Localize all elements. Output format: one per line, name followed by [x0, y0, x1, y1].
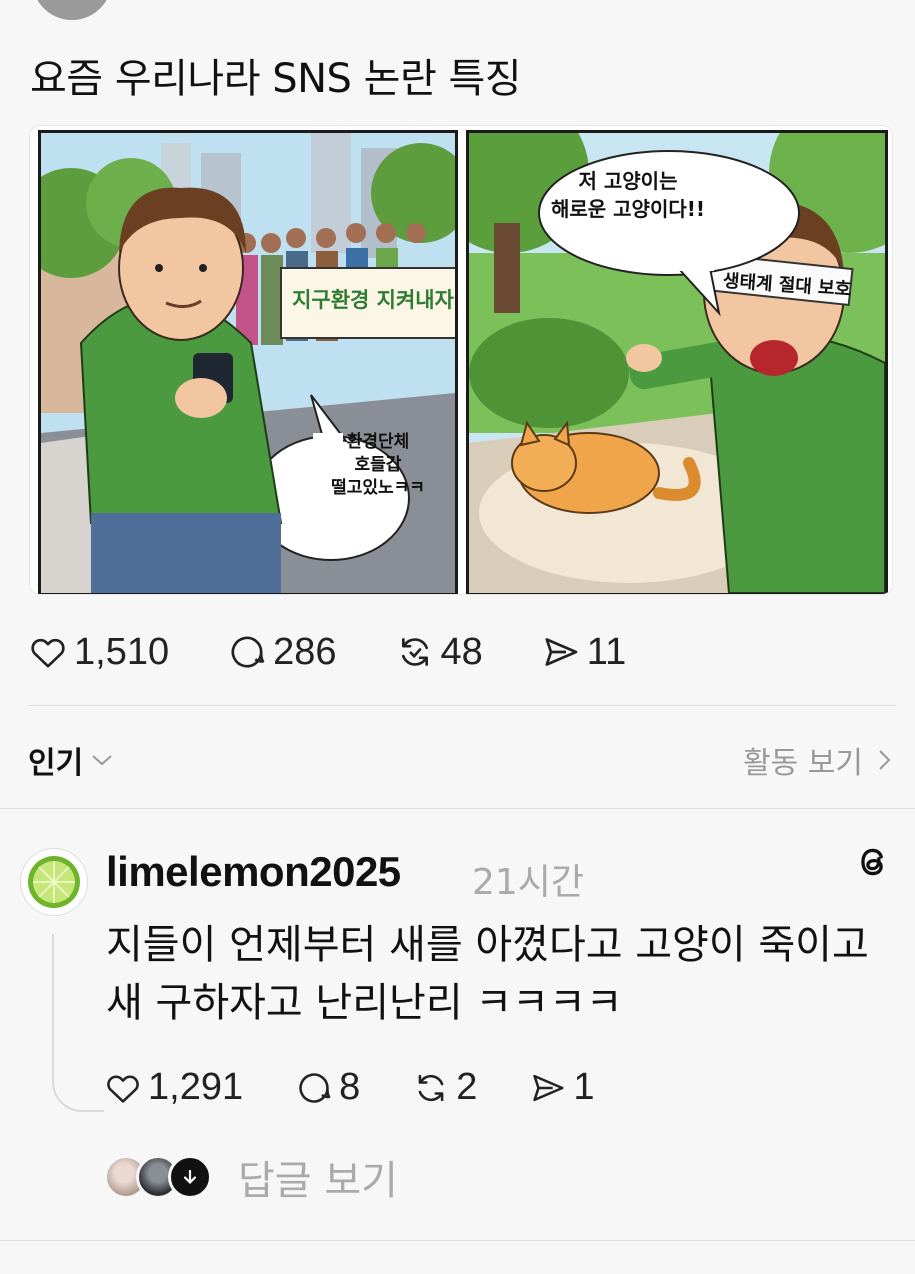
repost-button[interactable]: 48 — [395, 631, 483, 674]
thread-line-curve — [52, 1060, 104, 1112]
heart-icon — [31, 638, 65, 668]
comment-reply-button[interactable]: 8 — [295, 1066, 360, 1109]
share-button[interactable]: 11 — [541, 631, 626, 674]
comment-username[interactable]: limelemon2025 — [106, 848, 401, 896]
comment-author-avatar[interactable] — [20, 848, 88, 916]
speech-bubble-left: 환경단체 호들갑 떨고있노ㅋㅋ — [303, 431, 453, 500]
comment-share-button[interactable]: 1 — [529, 1066, 595, 1109]
chevron-right-icon — [879, 750, 891, 770]
like-count: 1,510 — [74, 630, 170, 673]
divider — [28, 705, 896, 706]
comment-timestamp: 21시간 — [472, 862, 585, 903]
lime-image — [28, 856, 80, 908]
share-icon — [533, 1074, 564, 1101]
post-title: 요즘 우리나라 SNS 논란 특징 — [30, 56, 522, 102]
view-replies-row[interactable]: 답글 보기 — [104, 1148, 398, 1206]
post-action-bar: 1,510 286 48 11 — [28, 626, 684, 678]
comment-share-count: 1 — [573, 1066, 595, 1108]
sort-label: 인기 — [28, 746, 84, 781]
chevron-down-icon — [92, 755, 112, 766]
comment-icon — [299, 1072, 331, 1103]
repost-icon — [418, 1074, 444, 1101]
speech-bubble-left-text: 환경단체 호들갑 떨고있노ㅋㅋ — [331, 432, 425, 498]
heart-icon — [107, 1075, 139, 1103]
comment-repost-button[interactable]: 2 — [412, 1066, 477, 1109]
comment-like-count: 1,291 — [148, 1066, 244, 1108]
arrow-down-icon — [168, 1155, 212, 1199]
share-count: 11 — [586, 630, 627, 673]
divider — [0, 1240, 915, 1241]
post-author-avatar[interactable] — [32, 0, 112, 20]
comment-icon — [231, 636, 265, 668]
comment-count: 286 — [273, 630, 337, 673]
view-activity-label: 활동 보기 — [743, 746, 863, 781]
comic-panel-left: 지구환경 지켜내자 환경단체 호들갑 떨고있노ㅋㅋ — [38, 130, 458, 594]
speech-bubble-right: 저 고양이는 해로운 고양이다!! — [533, 167, 723, 223]
view-activity-link[interactable]: 활동 보기 — [743, 738, 893, 782]
repost-icon — [401, 638, 428, 666]
comment-repost-count: 2 — [456, 1066, 478, 1108]
thread-line — [52, 934, 54, 1062]
comment-action-bar: 1,291 8 2 1 — [104, 1066, 647, 1109]
share-icon — [545, 638, 578, 666]
like-button[interactable]: 1,510 — [28, 631, 169, 674]
comment-like-button[interactable]: 1,291 — [104, 1066, 243, 1109]
protest-banner-text: 지구환경 지켜내자 — [292, 288, 454, 312]
sort-dropdown[interactable]: 인기 — [28, 738, 115, 782]
comic-panel-right: 저 고양이는 해로운 고양이다!! 생태계 절대 보호 — [466, 130, 888, 594]
speech-bubble-right-text: 저 고양이는 해로운 고양이다!! — [550, 169, 705, 221]
view-replies-label: 답글 보기 — [238, 1158, 398, 1204]
comment-text: 지들이 언제부터 새를 아꼈다고 고양이 죽이고 새 구하자고 난리난리 ㅋㅋㅋ… — [106, 922, 869, 1026]
repost-count: 48 — [440, 630, 483, 673]
divider — [0, 808, 915, 809]
post-comic-image[interactable]: 지구환경 지켜내자 환경단체 호들갑 떨고있노ㅋㅋ 저 고양이는 해로운 고양이… — [30, 126, 892, 594]
comment-reply-count: 8 — [339, 1066, 361, 1108]
comment-button[interactable]: 286 — [227, 630, 337, 674]
threads-icon[interactable] — [855, 842, 891, 886]
